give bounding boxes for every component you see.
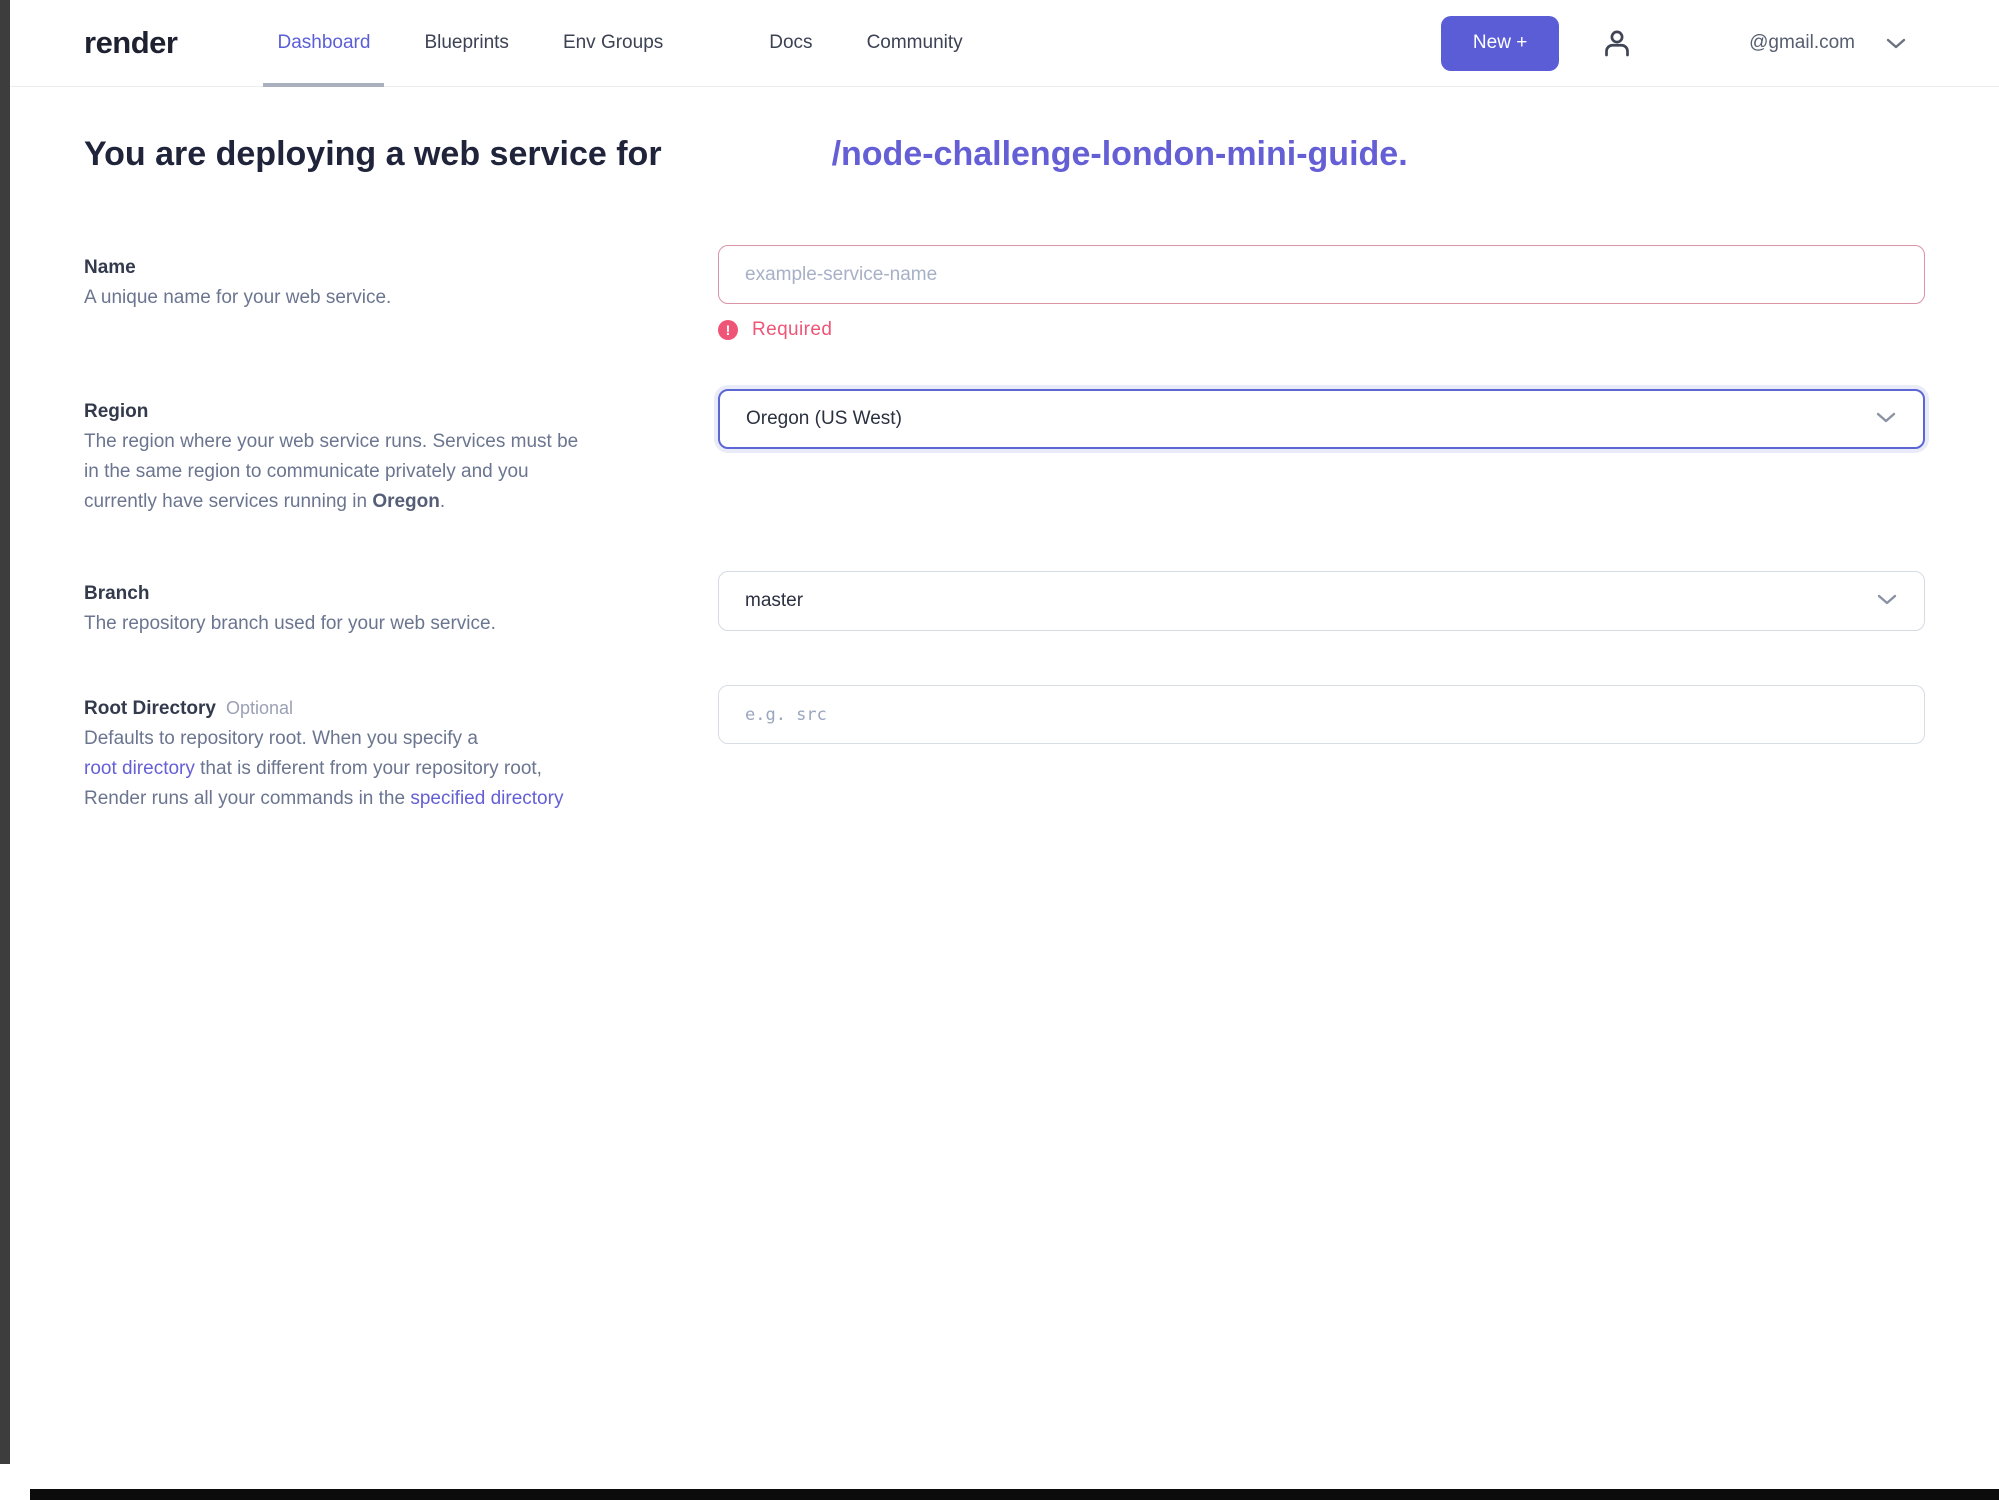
redacted-repo-owner — [662, 164, 832, 165]
region-label-col: Region The region where your web service… — [84, 389, 718, 517]
root-directory-input-col — [718, 685, 1925, 744]
screenshot-left-edge-artifact — [0, 0, 10, 1464]
region-field-row: Region The region where your web service… — [84, 389, 1925, 517]
root-directory-label: Root Directory Optional — [84, 693, 658, 724]
region-select[interactable]: Oregon (US West) — [718, 389, 1925, 449]
top-navigation: render Dashboard Blueprints Env Groups D… — [0, 0, 1999, 87]
root-directory-input[interactable] — [718, 685, 1925, 744]
region-desc-line3: currently have services running in — [84, 491, 373, 512]
redacted-email-username — [1637, 43, 1749, 44]
name-input-col: ! Required — [718, 245, 1925, 341]
new-button[interactable]: New + — [1441, 15, 1560, 71]
page-title-suffix: . — [1398, 135, 1408, 173]
repo-link[interactable]: /node-challenge-london-mini-guide — [832, 135, 1399, 173]
region-description: The region where your web service runs. … — [84, 427, 658, 517]
page-title: You are deploying a web service for/node… — [84, 133, 1999, 175]
region-desc-bold: Oregon — [372, 491, 440, 512]
name-label-col: Name A unique name for your web service. — [84, 245, 718, 313]
nav-item-blueprints[interactable]: Blueprints — [424, 0, 509, 87]
branch-field-row: Branch The repository branch used for yo… — [84, 571, 1925, 639]
nav-item-env-groups[interactable]: Env Groups — [563, 0, 663, 87]
render-logo[interactable]: render — [84, 25, 178, 61]
region-input-col: Oregon (US West) — [718, 389, 1925, 449]
root-directory-label-text: Root Directory — [84, 698, 216, 719]
name-error-row: ! Required — [718, 319, 1925, 341]
branch-label: Branch — [84, 583, 150, 604]
chevron-down-icon — [1876, 590, 1898, 612]
region-label: Region — [84, 401, 149, 422]
branch-description: The repository branch used for your web … — [84, 613, 496, 634]
nav-item-dashboard[interactable]: Dashboard — [263, 0, 385, 87]
nav-item-community[interactable]: Community — [867, 0, 963, 87]
branch-label-col: Branch The repository branch used for yo… — [84, 571, 718, 639]
root-directory-doc-link[interactable]: root directory — [84, 758, 195, 779]
name-field-row: Name A unique name for your web service.… — [84, 245, 1925, 341]
name-input[interactable] — [718, 245, 1925, 304]
account-menu[interactable]: @gmail.com — [1637, 32, 1907, 54]
branch-input-col: master — [718, 571, 1925, 631]
user-profile-icon[interactable] — [1597, 23, 1637, 63]
root-directory-label-col: Root Directory Optional Defaults to repos… — [84, 685, 718, 814]
screenshot-bottom-bar-artifact — [30, 1489, 1999, 1500]
name-description: A unique name for your web service. — [84, 287, 392, 308]
name-error-message: Required — [752, 319, 833, 340]
root-desc-line1: Defaults to repository root. When you sp… — [84, 728, 478, 749]
root-directory-description: Defaults to repository root. When you sp… — [84, 724, 658, 814]
root-desc-line3: Render runs all your commands in the — [84, 788, 411, 809]
error-exclamation-icon: ! — [718, 320, 738, 340]
root-desc-line2: that is different from your repository r… — [194, 758, 542, 779]
root-directory-field-row: Root Directory Optional Defaults to repos… — [84, 685, 1925, 814]
chevron-down-icon — [1875, 408, 1897, 430]
chevron-down-icon — [1885, 37, 1907, 50]
region-desc-line2: in the same region to communicate privat… — [84, 461, 529, 482]
nav-item-docs[interactable]: Docs — [769, 0, 812, 87]
specified-directory-doc-link[interactable]: specified directory — [410, 788, 563, 809]
branch-select[interactable]: master — [718, 571, 1925, 631]
page-title-prefix: You are deploying a web service for — [84, 135, 662, 173]
deploy-web-service-page: You are deploying a web service for/node… — [0, 87, 1999, 814]
region-selected-value: Oregon (US West) — [746, 408, 902, 429]
optional-tag: Optional — [225, 698, 294, 718]
deploy-form: Name A unique name for your web service.… — [84, 245, 1925, 814]
branch-selected-value: master — [745, 590, 804, 611]
region-desc-line1: The region where your web service runs. … — [84, 431, 579, 452]
account-email: @gmail.com — [1749, 32, 1855, 53]
name-label: Name — [84, 257, 136, 278]
region-desc-suffix: . — [439, 491, 446, 512]
